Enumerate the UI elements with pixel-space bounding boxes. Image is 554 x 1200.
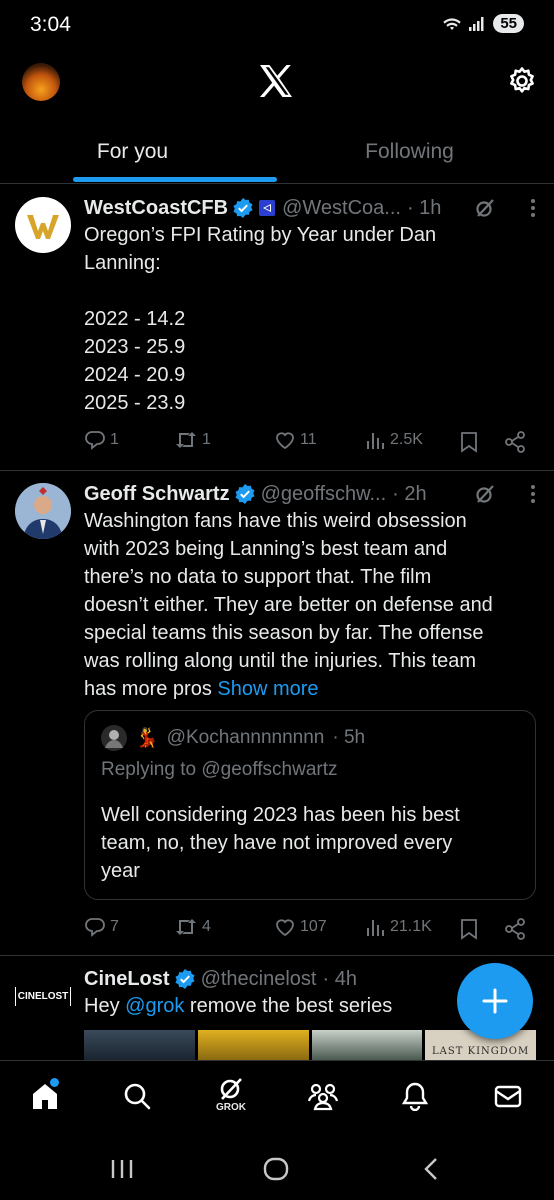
recent-apps-icon[interactable] <box>110 1158 134 1180</box>
views-icon <box>367 433 384 449</box>
verified-badge-icon <box>233 198 253 218</box>
show-more-link[interactable]: Show more <box>217 678 318 700</box>
profile-avatar[interactable] <box>22 63 60 101</box>
reply-icon <box>85 918 105 937</box>
media-image[interactable] <box>84 1030 195 1060</box>
mail-icon <box>494 1085 522 1108</box>
status-bar: 3:04 55 <box>0 0 554 52</box>
home-circle-icon[interactable] <box>263 1157 289 1181</box>
battery-indicator: 55 <box>493 14 524 33</box>
heart-icon <box>276 432 294 450</box>
repost-button[interactable]: 1 <box>174 429 211 451</box>
system-nav-bar <box>0 1140 554 1200</box>
grok-label: GROK <box>216 1102 246 1113</box>
post-time: · 2h <box>392 482 427 505</box>
post[interactable]: Geoff Schwartz @geoffschw... · 2h Washin… <box>0 471 554 956</box>
post-text: Oregon’s FPI Rating by Year under Dan La… <box>84 224 437 414</box>
post-actions: 7 4 107 21.1K <box>84 916 536 946</box>
grok-icon[interactable] <box>474 197 496 219</box>
post-header: WestCoastCFB @WestCoa... · 1h <box>84 195 536 221</box>
more-options-icon[interactable] <box>530 483 536 505</box>
notification-dot <box>50 1078 59 1087</box>
grok-icon[interactable] <box>474 483 496 505</box>
wifi-icon <box>443 17 462 30</box>
like-button[interactable]: 107 <box>274 916 327 938</box>
signal-icon <box>469 16 484 31</box>
back-icon[interactable] <box>422 1157 440 1181</box>
gear-icon[interactable] <box>507 66 537 96</box>
person-photo-icon <box>15 483 71 539</box>
post-actions: 1 1 11 2.5K <box>84 429 536 459</box>
communities-icon <box>307 1083 339 1111</box>
like-button[interactable]: 11 <box>274 429 317 451</box>
quote-header: 💃 @Kochannnnnnnn · 5h <box>101 725 365 751</box>
westcoastcfb-logo-icon <box>27 215 59 239</box>
tab-following[interactable]: Following <box>277 140 542 164</box>
cinelost-logo: CINELOST <box>15 986 71 1006</box>
author-name[interactable]: WestCoastCFB <box>84 197 228 220</box>
reply-button[interactable]: 7 <box>84 916 119 938</box>
author-name[interactable]: CineLost <box>84 968 170 991</box>
affiliate-badge-icon <box>258 199 276 217</box>
media-image[interactable] <box>311 1030 423 1060</box>
top-bar <box>0 52 554 114</box>
nav-search[interactable] <box>117 1081 157 1121</box>
nav-grok[interactable]: GROK <box>211 1075 251 1115</box>
bookmark-icon[interactable] <box>460 918 478 940</box>
mention-link[interactable]: @grok <box>125 995 184 1017</box>
x-logo-icon[interactable] <box>258 64 294 98</box>
quote-time: · 5h <box>332 727 366 748</box>
tab-for-you[interactable]: For you <box>0 140 265 164</box>
compose-button[interactable] <box>457 963 533 1039</box>
repost-icon <box>176 432 196 448</box>
views-button[interactable]: 2.5K <box>366 429 423 451</box>
heart-icon <box>276 919 294 937</box>
replying-to: Replying to @geoffschwartz <box>101 759 338 780</box>
author-handle[interactable]: @thecinelost <box>201 968 317 991</box>
quoted-post[interactable]: 💃 @Kochannnnnnnn · 5h Replying to @geoff… <box>84 710 536 900</box>
plus-icon <box>482 988 508 1014</box>
active-tab-indicator <box>73 177 277 182</box>
media-image[interactable] <box>197 1030 309 1060</box>
verified-badge-icon <box>235 484 255 504</box>
reply-icon <box>85 431 105 450</box>
media-grid[interactable]: LAST KINGDOM <box>84 1030 536 1060</box>
avatar[interactable] <box>101 725 127 751</box>
quote-text: Well considering 2023 has been his best … <box>101 804 460 882</box>
post-time: · 4h <box>322 967 357 990</box>
avatar[interactable]: CINELOST <box>15 968 71 1024</box>
quote-emoji: 💃 <box>135 728 159 749</box>
nav-communities[interactable] <box>303 1081 343 1121</box>
nav-home[interactable] <box>25 1078 65 1121</box>
status-icons: 55 <box>443 14 524 33</box>
reply-button[interactable]: 1 <box>84 429 119 451</box>
verified-badge-icon <box>175 969 195 989</box>
search-icon <box>124 1083 151 1110</box>
nav-messages[interactable] <box>488 1081 528 1121</box>
views-button[interactable]: 21.1K <box>366 916 432 938</box>
more-options-icon[interactable] <box>530 197 536 219</box>
repost-icon <box>176 919 196 935</box>
grok-icon <box>220 1078 242 1100</box>
share-icon[interactable] <box>504 431 526 453</box>
nav-notifications[interactable] <box>395 1081 435 1121</box>
feed-tabs: For you Following <box>0 118 554 184</box>
status-time: 3:04 <box>30 13 71 36</box>
quote-handle[interactable]: @Kochannnnnnnn <box>167 727 325 749</box>
bottom-nav: GROK <box>0 1060 554 1140</box>
repost-button[interactable]: 4 <box>174 916 211 938</box>
post-time: · 1h <box>406 196 442 219</box>
avatar[interactable] <box>15 483 71 539</box>
post-header: Geoff Schwartz @geoffschw... · 2h <box>84 481 536 507</box>
author-handle[interactable]: @WestCoa... <box>282 197 401 220</box>
author-name[interactable]: Geoff Schwartz <box>84 483 230 506</box>
views-icon <box>367 920 384 936</box>
avatar[interactable] <box>15 197 71 253</box>
share-icon[interactable] <box>504 918 526 940</box>
author-handle[interactable]: @geoffschw... <box>261 483 387 506</box>
post[interactable]: WestCoastCFB @WestCoa... · 1h Oregon’s F… <box>0 185 554 471</box>
post-text: Washington fans have this weird obsessio… <box>84 510 493 700</box>
bell-icon <box>401 1082 429 1111</box>
bookmark-icon[interactable] <box>460 431 478 453</box>
